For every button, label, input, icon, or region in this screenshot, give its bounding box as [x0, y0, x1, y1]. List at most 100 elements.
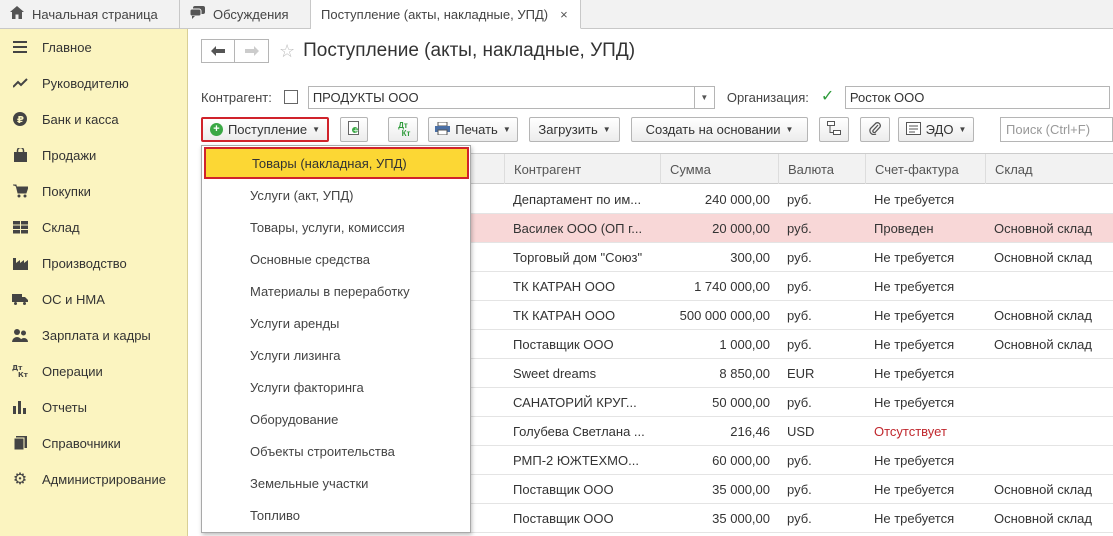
menu-item[interactable]: Объекты строительства: [202, 435, 470, 467]
cell-sum: 8 850,00: [719, 366, 770, 381]
forward-button[interactable]: [235, 39, 269, 63]
document-add-icon: +: [348, 121, 360, 138]
attach-button[interactable]: [860, 117, 890, 142]
menu-item[interactable]: Оборудование: [202, 403, 470, 435]
tab-bar: Начальная страница Обсуждения Поступлени…: [0, 0, 1113, 29]
postuplenie-menu: Товары (накладная, УПД) Услуги (акт, УПД)…: [201, 145, 471, 533]
load-button[interactable]: Загрузить ▼: [529, 117, 620, 142]
cell-invoice: Отсутствует: [874, 424, 947, 439]
column-header-invoice[interactable]: Счет-фактура: [865, 154, 985, 184]
column-header-sum[interactable]: Сумма: [660, 154, 778, 184]
tab-discussions[interactable]: Обсуждения: [180, 0, 311, 28]
cell-warehouse: Основной склад: [994, 511, 1092, 526]
chevron-down-icon: ▼: [785, 125, 794, 134]
load-label: Загрузить: [538, 122, 598, 137]
kt-label: Кт: [401, 128, 411, 138]
cell-kontragent: Поставщик ООО: [513, 482, 614, 497]
menu-item[interactable]: Товары, услуги, комиссия: [202, 211, 470, 243]
cell-currency: руб.: [787, 453, 812, 468]
svg-text:Кт: Кт: [18, 371, 28, 378]
tab-home[interactable]: Начальная страница: [0, 0, 180, 28]
sidebar-item-fixed-assets[interactable]: ОС и НМА: [0, 281, 187, 317]
cell-currency: руб.: [787, 250, 812, 265]
tab-current-label: Поступление (акты, накладные, УПД): [321, 6, 549, 22]
cell-warehouse: Основной склад: [994, 221, 1092, 236]
hierarchy-icon: [827, 121, 841, 138]
cell-invoice: Не требуется: [874, 453, 955, 468]
sidebar-item-label: Операции: [42, 363, 103, 379]
svg-text:₽: ₽: [17, 115, 24, 126]
cell-invoice: Не требуется: [874, 250, 955, 265]
coin-icon: ₽: [12, 111, 28, 127]
edo-button[interactable]: ЭДО ▼: [898, 117, 974, 142]
tab-current[interactable]: Поступление (акты, накладные, УПД) ×: [311, 0, 581, 29]
menu-icon: [12, 39, 28, 55]
cell-warehouse: [985, 185, 1113, 214]
search-input[interactable]: Поиск (Ctrl+F): [1000, 117, 1113, 142]
sidebar-item-warehouse[interactable]: Склад: [0, 209, 187, 245]
kontragent-field[interactable]: ПРОДУКТЫ ООО: [307, 85, 695, 109]
sidebar-item-production[interactable]: Производство: [0, 245, 187, 281]
menu-item[interactable]: Материалы в переработку: [202, 275, 470, 307]
people-icon: [12, 327, 28, 343]
sidebar-item-admin[interactable]: ⚙ Администрирование: [0, 461, 187, 497]
menu-item[interactable]: Земельные участки: [202, 467, 470, 499]
cell-warehouse: [985, 359, 1113, 388]
cell-currency: руб.: [787, 395, 812, 410]
printer-icon: [435, 121, 451, 138]
menu-item[interactable]: Основные средства: [202, 243, 470, 275]
print-button[interactable]: Печать ▼: [428, 117, 518, 142]
structure-button[interactable]: [819, 117, 849, 142]
dt-kt-button[interactable]: Дт Кт: [388, 117, 418, 142]
cell-sum: 216,46: [730, 424, 770, 439]
close-icon[interactable]: ×: [560, 7, 568, 22]
back-button[interactable]: [201, 39, 235, 63]
sidebar-item-bank[interactable]: ₽ Банк и касса: [0, 101, 187, 137]
favorite-star-icon[interactable]: ☆: [279, 41, 295, 62]
sidebar-item-operations[interactable]: Дт Кт Операции: [0, 353, 187, 389]
cell-sum: 1 000,00: [719, 337, 770, 352]
cell-invoice: Не требуется: [874, 366, 955, 381]
menu-item-goods-selected[interactable]: Товары (накладная, УПД): [204, 147, 469, 179]
menu-item[interactable]: Услуги факторинга: [202, 371, 470, 403]
kontragent-checkbox[interactable]: [283, 90, 298, 104]
menu-item[interactable]: Услуги лизинга: [202, 339, 470, 371]
organization-checkbox[interactable]: ✓: [820, 89, 835, 105]
sidebar-item-salary[interactable]: Зарплата и кадры: [0, 317, 187, 353]
gear-icon: ⚙: [12, 471, 28, 488]
sidebar-item-label: Руководителю: [42, 75, 129, 91]
postuplenie-button[interactable]: + Поступление ▼: [201, 117, 329, 142]
sidebar-item-manager[interactable]: Руководителю: [0, 65, 187, 101]
sidebar-item-label: Производство: [42, 255, 127, 271]
sidebar-item-references[interactable]: Справочники: [0, 425, 187, 461]
cell-kontragent: Sweet dreams: [513, 366, 597, 381]
search-placeholder: Поиск (Ctrl+F): [1006, 122, 1091, 137]
sidebar-item-main[interactable]: Главное: [0, 29, 187, 65]
menu-item[interactable]: Топливо: [202, 499, 470, 531]
cell-invoice: Проведен: [874, 221, 934, 236]
arrow-left-icon: [211, 43, 225, 59]
create-based-button[interactable]: Создать на основании ▼: [631, 117, 808, 142]
column-header-warehouse[interactable]: Склад: [985, 154, 1105, 184]
column-header-currency[interactable]: Валюта: [778, 154, 865, 184]
column-header-kontragent[interactable]: Контрагент: [504, 154, 660, 184]
cell-currency: руб.: [787, 279, 812, 294]
menu-item[interactable]: Услуги аренды: [202, 307, 470, 339]
plus-icon: +: [209, 123, 223, 136]
cell-warehouse: [985, 446, 1113, 475]
kontragent-dropdown-button[interactable]: ▼: [694, 85, 715, 109]
menu-item[interactable]: Услуги (акт, УПД): [202, 179, 470, 211]
cell-currency: руб.: [787, 511, 812, 526]
sidebar-item-purchases[interactable]: Покупки: [0, 173, 187, 209]
cell-invoice: Не требуется: [874, 395, 955, 410]
sidebar-item-sales[interactable]: Продажи: [0, 137, 187, 173]
cell-kontragent: Департамент по им...: [513, 192, 642, 207]
print-label: Печать: [455, 122, 498, 137]
cell-currency: руб.: [787, 482, 812, 497]
trend-icon: [12, 75, 28, 91]
arrow-right-icon: [244, 43, 259, 59]
copy-button[interactable]: +: [340, 117, 368, 142]
organization-field[interactable]: Росток ООО: [844, 85, 1110, 109]
cell-sum: 60 000,00: [712, 453, 770, 468]
sidebar-item-reports[interactable]: Отчеты: [0, 389, 187, 425]
